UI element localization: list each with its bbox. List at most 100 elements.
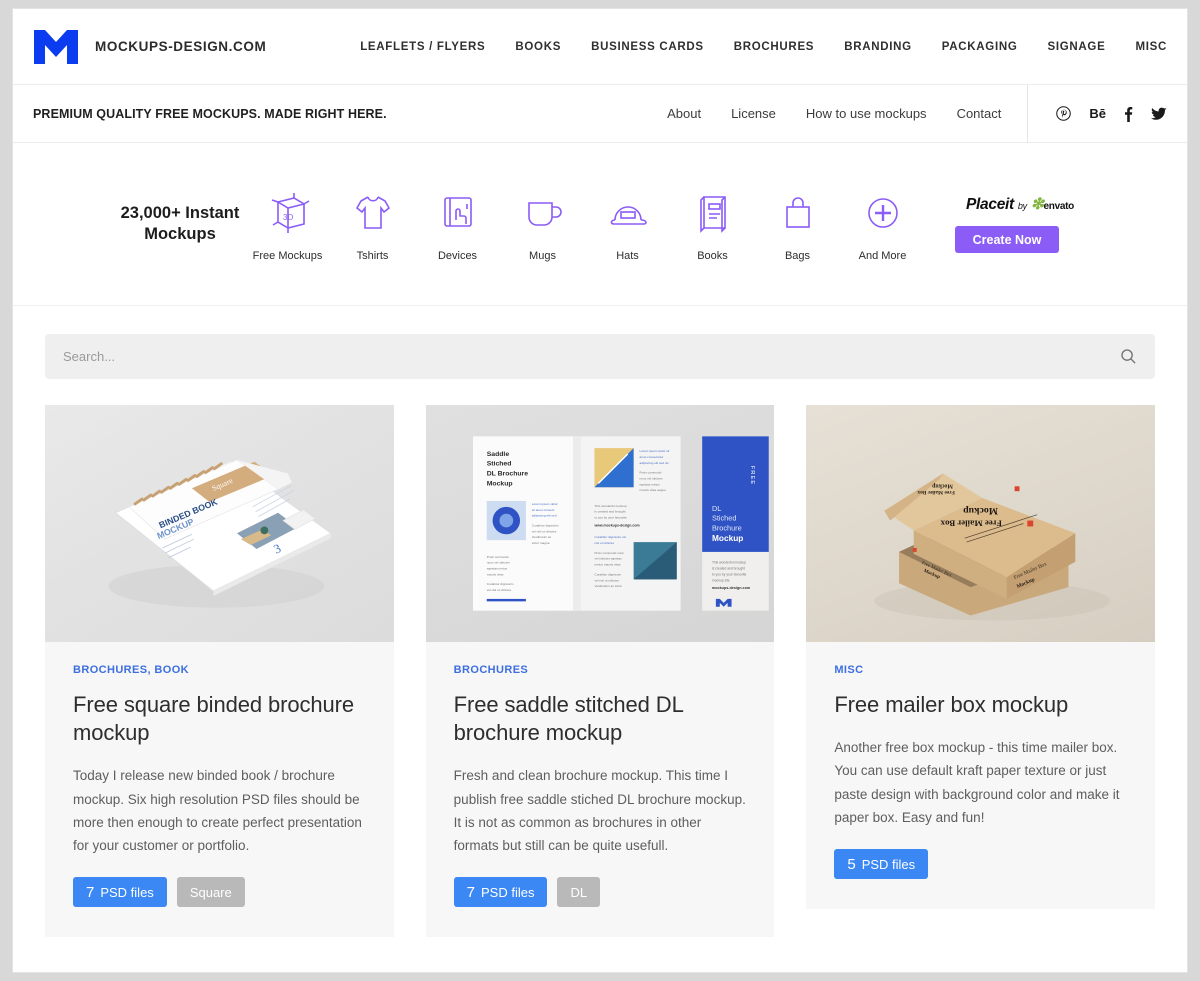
- sub-link-how-to-use-mockups[interactable]: How to use mockups: [806, 106, 927, 121]
- sub-link-contact[interactable]: Contact: [957, 106, 1002, 121]
- card-body: MISC Free mailer box mockup Another free…: [806, 642, 1155, 909]
- social-links: Bē: [1027, 84, 1167, 143]
- promo-item-label: And More: [858, 250, 907, 262]
- nav-item-branding[interactable]: BRANDING: [844, 41, 912, 53]
- svg-text:tortor magna: tortor magna: [531, 541, 549, 545]
- card-title[interactable]: Free mailer box mockup: [834, 691, 1127, 719]
- promo-item-label: Mugs: [529, 250, 556, 262]
- dl-brochure-mockup-art: Saddle Stiched DL Brochure Mockup Lorem …: [472, 436, 769, 611]
- placeit-logo: Placeit by ❇envato: [955, 195, 1085, 214]
- cap-icon: [585, 186, 670, 240]
- card-title[interactable]: Free saddle stitched DL brochure mockup: [454, 691, 747, 747]
- 3d-box-icon: 3D: [245, 186, 330, 240]
- mockup-card[interactable]: Square BINDED BOOK MOCKUP 3 BROCHURES, B…: [45, 405, 394, 938]
- mockup-card[interactable]: Saddle Stiched DL Brochure Mockup Lorem …: [425, 405, 775, 938]
- svg-text:www.mockups-design.com: www.mockups-design.com: [593, 523, 639, 527]
- svg-text:Mockup: Mockup: [486, 480, 512, 487]
- svg-text:Stiched: Stiched: [486, 461, 511, 468]
- nav-item-packaging[interactable]: PACKAGING: [942, 41, 1018, 53]
- promo-icon-list: 3D Free Mockups Tshirts Devices Mugs Hat…: [245, 186, 925, 262]
- promo-item-bags[interactable]: Bags: [755, 186, 840, 262]
- svg-text:Proin commodo: Proin commodo: [639, 471, 661, 475]
- format-badge[interactable]: DL: [557, 877, 601, 908]
- card-body: BROCHURES, BOOK Free square binded broch…: [45, 642, 394, 937]
- twitter-icon[interactable]: [1151, 107, 1167, 121]
- brand[interactable]: MOCKUPS-DESIGN.COM: [33, 29, 360, 65]
- card-categories[interactable]: MISC: [834, 664, 1127, 676]
- promo-item-hats[interactable]: Hats: [585, 186, 670, 262]
- svg-text:vel nisl ut ultricies: vel nisl ut ultricies: [531, 529, 556, 533]
- svg-text:sit amet consect: sit amet consect: [531, 508, 554, 512]
- svg-text:Lorem ipsum dolor: Lorem ipsum dolor: [531, 502, 557, 506]
- promo-item-and-more[interactable]: And More: [840, 186, 925, 262]
- psd-files-label: PSD files: [861, 856, 916, 872]
- behance-icon[interactable]: Bē: [1089, 107, 1106, 120]
- pinterest-icon[interactable]: [1056, 106, 1072, 121]
- nav-item-brochures[interactable]: BROCHURES: [734, 41, 814, 53]
- card-description: Today I release new binded book / brochu…: [73, 768, 362, 853]
- create-now-button[interactable]: Create Now: [955, 226, 1059, 253]
- psd-files-badge[interactable]: 7 PSD files: [73, 877, 167, 908]
- svg-text:Brochure: Brochure: [712, 523, 742, 532]
- card-image[interactable]: Free Mailer Box Mockup Free Mailer Box M…: [806, 405, 1156, 642]
- page-frame: MOCKUPS-DESIGN.COM LEAFLETS / FLYERS BOO…: [12, 8, 1188, 973]
- svg-text:mauris vitae augue: mauris vitae augue: [639, 488, 666, 492]
- card-title[interactable]: Free square binded brochure mockup: [73, 691, 366, 747]
- svg-text:metus mauris vitae: metus mauris vitae: [594, 563, 620, 567]
- search-input[interactable]: [63, 349, 1120, 364]
- placeit-by: by: [1017, 201, 1027, 211]
- promo-item-mugs[interactable]: Mugs: [500, 186, 585, 262]
- svg-text:Curabitur dignissim: Curabitur dignissim: [531, 523, 558, 527]
- promo-item-label: Free Mockups: [252, 250, 323, 262]
- promo-cta-block: Placeit by ❇envato Create Now: [955, 195, 1085, 253]
- psd-files-count: 7: [86, 883, 95, 901]
- card-image[interactable]: Saddle Stiched DL Brochure Mockup Lorem …: [425, 405, 775, 642]
- search-button[interactable]: [1120, 348, 1137, 365]
- psd-files-badge[interactable]: 5 PSD files: [834, 849, 929, 880]
- bag-icon: [755, 186, 840, 240]
- svg-text:vel nisl ut ultricies: vel nisl ut ultricies: [486, 588, 511, 592]
- device-tap-icon: [415, 186, 500, 240]
- svg-text:Vestibulum ac tortor: Vestibulum ac tortor: [594, 584, 622, 588]
- facebook-icon[interactable]: [1124, 106, 1133, 122]
- format-badge-label: DL: [570, 884, 588, 900]
- sub-link-license[interactable]: License: [731, 106, 776, 121]
- psd-files-badge[interactable]: 7 PSD files: [453, 877, 548, 908]
- nav-item-business-cards[interactable]: BUSINESS CARDS: [591, 41, 704, 53]
- promo-item-label: Bags: [784, 250, 811, 262]
- nav-item-books[interactable]: BOOKS: [515, 41, 561, 53]
- svg-text:nunc vel ultricies: nunc vel ultricies: [486, 561, 510, 565]
- promo-item-devices[interactable]: Devices: [415, 186, 500, 262]
- nav-item-misc[interactable]: MISC: [1135, 41, 1167, 53]
- svg-text:mockups-design.com: mockups-design.com: [712, 586, 751, 590]
- secondary-bar: PREMIUM QUALITY FREE MOCKUPS. MADE RIGHT…: [13, 84, 1187, 143]
- secondary-nav: About License How to use mockups Contact: [667, 106, 1027, 121]
- nav-item-leaflets-flyers[interactable]: LEAFLETS / FLYERS: [360, 41, 485, 53]
- svg-text:Mockup: Mockup: [963, 505, 998, 516]
- svg-text:This wonderful mockup: This wonderful mockup: [594, 504, 626, 508]
- card-image[interactable]: Square BINDED BOOK MOCKUP 3: [45, 405, 394, 642]
- psd-files-label: PSD files: [481, 884, 535, 900]
- mockup-card-grid: Square BINDED BOOK MOCKUP 3 BROCHURES, B…: [13, 379, 1187, 938]
- search-box[interactable]: [45, 334, 1155, 379]
- card-categories[interactable]: BROCHURES: [454, 664, 747, 676]
- svg-text:Curabitur dignissim vel: Curabitur dignissim vel: [594, 535, 626, 539]
- svg-text:nunc vel ultricies: nunc vel ultricies: [639, 476, 663, 480]
- placeit-place: Place: [966, 196, 1006, 213]
- svg-text:Lorem ipsum dolor sit: Lorem ipsum dolor sit: [639, 449, 669, 453]
- card-categories[interactable]: BROCHURES, BOOK: [73, 664, 366, 676]
- card-description: Another free box mockup - this time mail…: [834, 740, 1120, 825]
- format-badge[interactable]: Square: [176, 877, 245, 908]
- svg-text:Free Mailer Box: Free Mailer Box: [917, 489, 955, 495]
- promo-item-free-mockups[interactable]: 3D Free Mockups: [245, 186, 330, 262]
- svg-text:is created and brought: is created and brought: [594, 510, 625, 514]
- mockup-card[interactable]: Free Mailer Box Mockup Free Mailer Box M…: [806, 405, 1156, 910]
- promo-banner: 23,000+ Instant Mockups 3D Free Mockups: [13, 143, 1187, 306]
- placeit-it: it: [1005, 196, 1014, 213]
- svg-text:mauris vitae: mauris vitae: [486, 572, 503, 576]
- nav-item-signage[interactable]: SIGNAGE: [1048, 41, 1106, 53]
- psd-files-label: PSD files: [100, 884, 154, 900]
- sub-link-about[interactable]: About: [667, 106, 701, 121]
- promo-item-tshirts[interactable]: Tshirts: [330, 186, 415, 262]
- promo-item-books[interactable]: Books: [670, 186, 755, 262]
